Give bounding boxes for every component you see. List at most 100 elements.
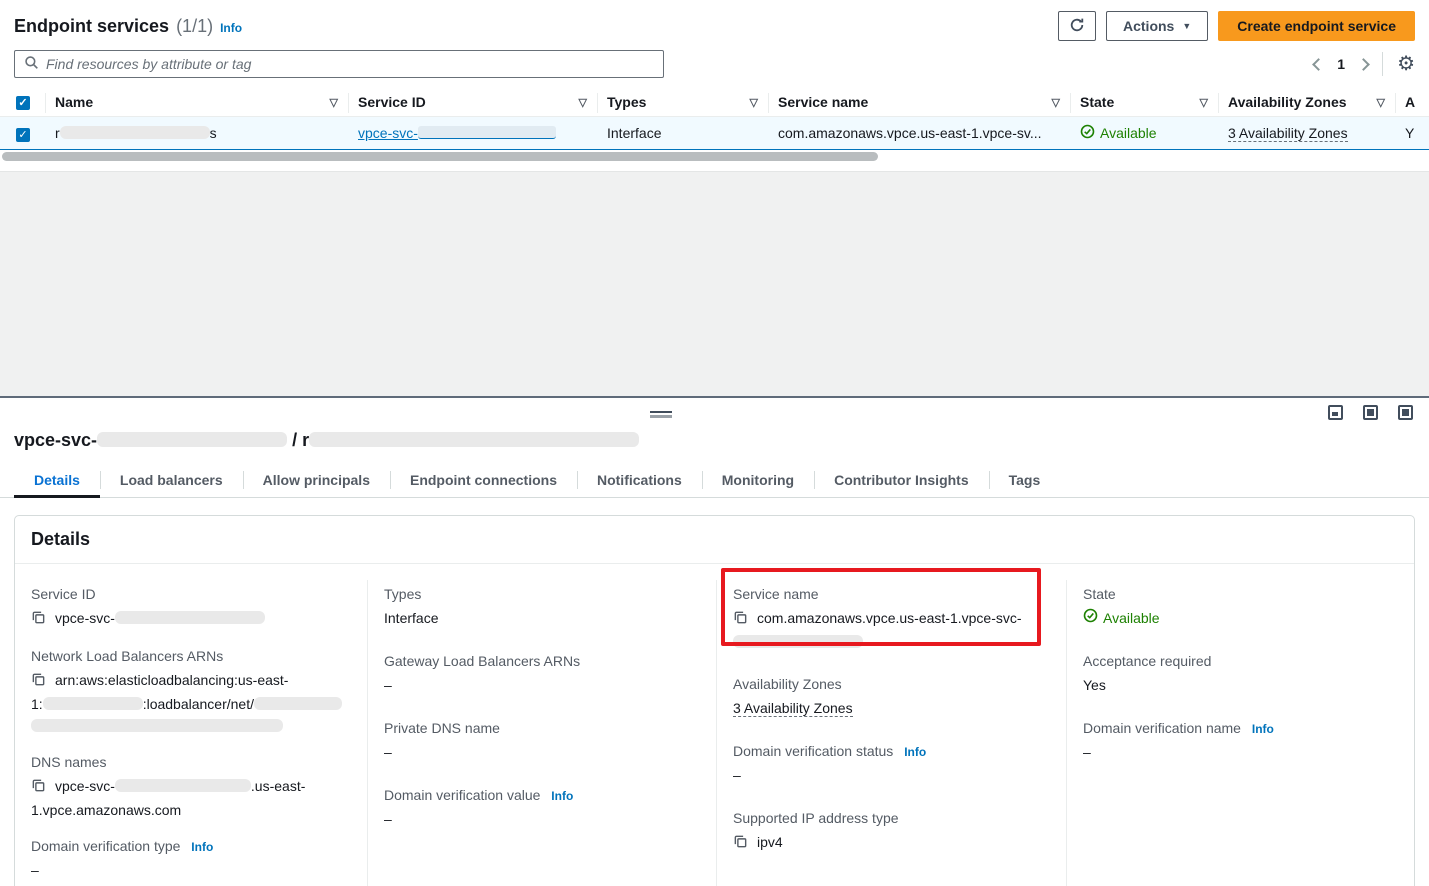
sort-icon[interactable]: ▽ bbox=[579, 96, 587, 109]
horizontal-scrollbar[interactable] bbox=[0, 150, 1429, 164]
redacted-text bbox=[60, 126, 210, 139]
redacted-text bbox=[309, 432, 639, 447]
pagination: 1 ⚙ bbox=[1314, 52, 1415, 76]
service-id-link[interactable]: vpce-svc- bbox=[358, 125, 556, 141]
spacer bbox=[0, 164, 1429, 171]
field-supported-ip-type: Supported IP address type ipv4 bbox=[733, 810, 1046, 855]
select-all-checkbox[interactable]: ✓ bbox=[16, 96, 30, 110]
chevron-down-icon: ▼ bbox=[1182, 21, 1191, 31]
scrollbar-thumb[interactable] bbox=[2, 152, 878, 161]
tab-load-balancers[interactable]: Load balancers bbox=[100, 465, 243, 497]
cell-name: rs bbox=[45, 117, 348, 150]
sort-icon[interactable]: ▽ bbox=[330, 96, 338, 109]
split-panel-title: vpce-svc- / r bbox=[0, 426, 1429, 465]
tab-monitoring[interactable]: Monitoring bbox=[702, 465, 814, 497]
copy-icon[interactable] bbox=[733, 609, 748, 631]
column-header-truncated[interactable]: A bbox=[1395, 90, 1429, 117]
field-dns-names: DNS names vpce-svc-.us-east- 1.vpce.amaz… bbox=[31, 754, 347, 821]
panel-size-medium-icon[interactable] bbox=[1363, 405, 1378, 420]
field-domain-verification-type: Domain verification type Info – bbox=[31, 838, 347, 881]
info-link[interactable]: Info bbox=[191, 840, 213, 854]
column-header-availability-zones[interactable]: Availability Zones ▽ bbox=[1218, 90, 1395, 117]
sort-icon[interactable]: ▽ bbox=[750, 96, 758, 109]
table-row[interactable]: ✓ rs vpce-svc- Interface com.amazonaws.v… bbox=[0, 117, 1429, 150]
available-check-icon bbox=[1083, 607, 1098, 629]
available-check-icon bbox=[1080, 124, 1095, 142]
field-domain-verification-status: Domain verification status Info – bbox=[733, 743, 1046, 786]
field-private-dns-name: Private DNS name – bbox=[384, 720, 696, 763]
tab-details[interactable]: Details bbox=[14, 465, 100, 497]
copy-icon[interactable] bbox=[31, 777, 46, 799]
info-link[interactable]: Info bbox=[904, 745, 926, 759]
details-card-body: Service ID vpce-svc- Network Load Balanc… bbox=[15, 564, 1414, 886]
field-domain-verification-name: Domain verification name Info – bbox=[1083, 720, 1394, 763]
details-heading: Details bbox=[31, 529, 1398, 550]
redacted-text bbox=[97, 432, 287, 447]
redacted-text bbox=[115, 611, 265, 624]
info-link[interactable]: Info bbox=[1252, 722, 1274, 736]
panel-size-large-icon[interactable] bbox=[1398, 405, 1413, 420]
copy-icon[interactable] bbox=[31, 671, 46, 693]
field-nlb-arns: Network Load Balancers ARNs arn:aws:elas… bbox=[31, 648, 347, 737]
sort-icon[interactable]: ▽ bbox=[1200, 96, 1208, 109]
actions-button[interactable]: Actions ▼ bbox=[1106, 11, 1208, 41]
tab-tags[interactable]: Tags bbox=[989, 465, 1061, 497]
refresh-button[interactable] bbox=[1058, 11, 1096, 41]
cell-truncated: Y bbox=[1395, 117, 1429, 150]
copy-icon[interactable] bbox=[733, 833, 748, 855]
create-button-label: Create endpoint service bbox=[1237, 18, 1396, 34]
details-column-3: Service name com.amazonaws.vpce.us-east-… bbox=[716, 580, 1066, 886]
details-column-2: Types Interface Gateway Load Balancers A… bbox=[367, 580, 716, 886]
column-header-service-name[interactable]: Service name ▽ bbox=[768, 90, 1070, 117]
row-checkbox[interactable]: ✓ bbox=[16, 128, 30, 142]
redacted-text bbox=[254, 697, 342, 710]
cell-service-name: com.amazonaws.vpce.us-east-1.vpce-sv... bbox=[768, 117, 1070, 150]
actions-button-label: Actions bbox=[1123, 18, 1174, 34]
search-box[interactable] bbox=[14, 50, 664, 78]
tab-allow-principals[interactable]: Allow principals bbox=[243, 465, 390, 497]
refresh-icon bbox=[1069, 17, 1085, 36]
create-endpoint-service-button[interactable]: Create endpoint service bbox=[1218, 11, 1415, 41]
redacted-text bbox=[418, 126, 556, 139]
select-all-header: ✓ bbox=[0, 90, 45, 117]
split-panel-controls bbox=[0, 398, 1429, 426]
field-service-id: Service ID vpce-svc- bbox=[31, 586, 347, 631]
redacted-text bbox=[43, 697, 143, 710]
search-input[interactable] bbox=[46, 56, 654, 72]
column-header-service-id[interactable]: Service ID ▽ bbox=[348, 90, 597, 117]
field-service-name: Service name com.amazonaws.vpce.us-east-… bbox=[733, 586, 1046, 653]
panel-size-controls bbox=[1328, 405, 1413, 420]
redacted-text bbox=[115, 779, 251, 792]
search-row: 1 ⚙ bbox=[0, 48, 1429, 90]
sort-icon[interactable]: ▽ bbox=[1377, 96, 1385, 109]
empty-region bbox=[0, 171, 1429, 396]
availability-zones-popover-link[interactable]: 3 Availability Zones bbox=[1228, 125, 1348, 142]
panel-size-small-icon[interactable] bbox=[1328, 405, 1343, 420]
header-actions: Actions ▼ Create endpoint service bbox=[1058, 11, 1415, 41]
cell-availability-zones: 3 Availability Zones bbox=[1218, 117, 1395, 150]
sort-icon[interactable]: ▽ bbox=[1052, 96, 1060, 109]
column-header-types[interactable]: Types ▽ bbox=[597, 90, 768, 117]
settings-gear-icon[interactable]: ⚙ bbox=[1397, 54, 1415, 74]
column-header-state[interactable]: State ▽ bbox=[1070, 90, 1218, 117]
cell-types: Interface bbox=[597, 117, 768, 150]
next-page-icon[interactable] bbox=[1357, 58, 1370, 71]
column-header-name[interactable]: Name ▽ bbox=[45, 90, 348, 117]
split-panel-drag-handle-icon[interactable] bbox=[650, 411, 672, 418]
details-card-header: Details bbox=[15, 516, 1414, 564]
previous-page-icon[interactable] bbox=[1312, 58, 1325, 71]
tab-bar: Details Load balancers Allow principals … bbox=[0, 465, 1429, 498]
copy-icon[interactable] bbox=[31, 609, 46, 631]
divider bbox=[1382, 52, 1383, 76]
tab-notifications[interactable]: Notifications bbox=[577, 465, 702, 497]
tab-endpoint-connections[interactable]: Endpoint connections bbox=[390, 465, 577, 497]
split-panel: vpce-svc- / r Details Load balancers All… bbox=[0, 398, 1429, 886]
title-info-link[interactable]: Info bbox=[220, 21, 242, 35]
current-page[interactable]: 1 bbox=[1337, 56, 1345, 72]
availability-zones-popover-link[interactable]: 3 Availability Zones bbox=[733, 700, 853, 717]
field-availability-zones: Availability Zones 3 Availability Zones bbox=[733, 676, 1046, 719]
info-link[interactable]: Info bbox=[551, 789, 573, 803]
tab-contributor-insights[interactable]: Contributor Insights bbox=[814, 465, 989, 497]
redacted-text bbox=[733, 635, 863, 648]
table-header-row: ✓ Name ▽ Service ID ▽ Types ▽ Service na… bbox=[0, 90, 1429, 117]
